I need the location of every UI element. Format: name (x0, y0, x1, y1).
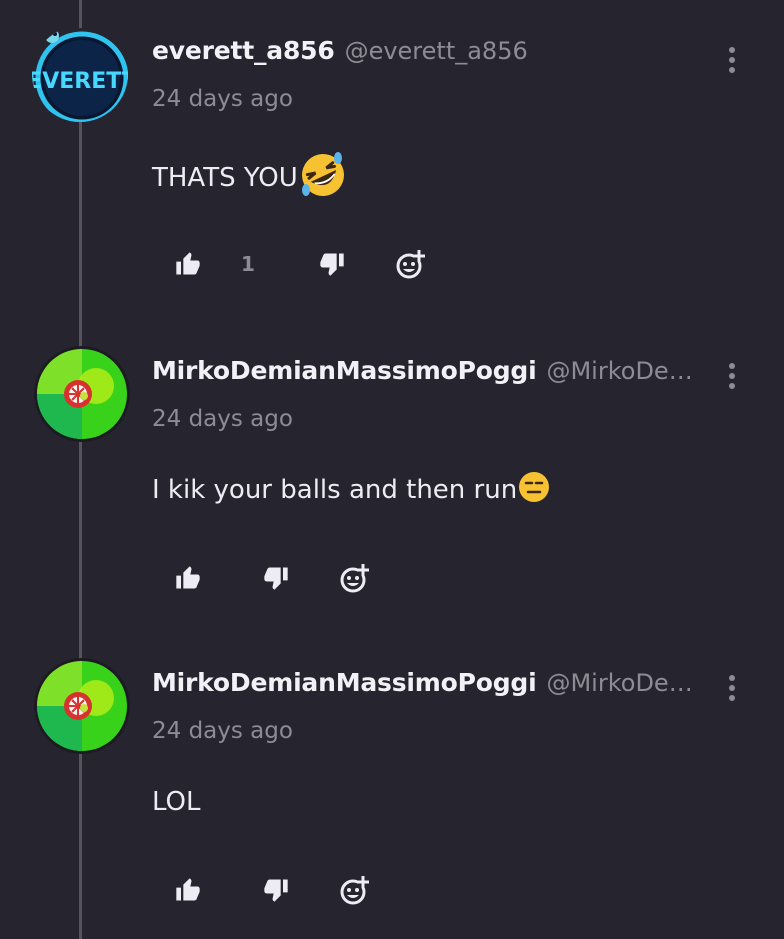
add-reaction-button[interactable] (338, 558, 372, 598)
thumbs-down-icon (264, 567, 288, 590)
thumbs-down-icon (320, 253, 344, 276)
comment-item: MirkoDemianMassimoPoggi @MirkoDemianMass… (0, 658, 784, 939)
avatar[interactable] (34, 658, 130, 754)
username[interactable]: MirkoDemianMassimoPoggi (152, 356, 537, 385)
add-reaction-icon (396, 250, 425, 279)
more-vertical-icon (729, 363, 735, 369)
comment-item: EVERETT everett_a856 @everett_a856 24 da… (0, 28, 784, 296)
timestamp: 24 days ago (152, 718, 293, 744)
comment-text-row: THATS YOU (152, 151, 348, 203)
comment-text: LOL (152, 787, 201, 817)
more-vertical-icon (729, 47, 735, 53)
user-handle[interactable]: @everett_a856 (345, 37, 528, 65)
thumbs-up-icon (176, 252, 200, 275)
more-options-button[interactable] (720, 40, 744, 80)
comment-item: MirkoDemianMassimoPoggi @MirkoDemianMass… (0, 346, 784, 616)
rolling-on-floor-laughing-icon (298, 150, 348, 207)
user-handle[interactable]: @MirkoDemianMassimoPoggi (546, 357, 697, 385)
like-button[interactable] (174, 244, 202, 284)
comment-header: MirkoDemianMassimoPoggi @MirkoDemianMass… (152, 668, 697, 708)
like-button[interactable] (174, 870, 202, 910)
add-reaction-icon (340, 564, 369, 593)
user-handle[interactable]: @MirkoDemianMassimoPoggi (546, 669, 697, 697)
comment-actions (0, 870, 784, 910)
comment-text: THATS YOU (152, 163, 298, 193)
like-count: 1 (241, 252, 255, 276)
avatar[interactable]: EVERETT (32, 26, 128, 122)
timestamp: 24 days ago (152, 406, 293, 432)
more-dot (729, 57, 735, 63)
username[interactable]: everett_a856 (152, 36, 335, 65)
avatar-everett-image: EVERETT (32, 28, 128, 122)
comment-header: MirkoDemianMassimoPoggi @MirkoDemianMass… (152, 356, 697, 396)
username[interactable]: MirkoDemianMassimoPoggi (152, 668, 537, 697)
timestamp: 24 days ago (152, 86, 293, 112)
dislike-button[interactable] (318, 244, 346, 284)
comment-text: I kik your balls and then run (152, 475, 518, 505)
more-dot (729, 685, 735, 691)
like-button[interactable] (174, 558, 202, 598)
comment-actions (0, 558, 784, 598)
comment-text-row: LOL (152, 782, 201, 822)
more-dot (729, 67, 735, 73)
more-vertical-icon (729, 675, 735, 681)
thumbs-up-icon (176, 566, 200, 589)
avatar-text: EVERETT (32, 69, 128, 94)
more-options-button[interactable] (720, 356, 744, 396)
add-reaction-button[interactable] (394, 244, 428, 284)
dislike-button[interactable] (262, 558, 290, 598)
avatar-image (34, 658, 130, 754)
comment-actions: 1 (0, 244, 784, 284)
dislike-button[interactable] (262, 870, 290, 910)
avatar-image (34, 346, 130, 442)
thumbs-down-icon (264, 879, 288, 902)
more-dot (729, 373, 735, 379)
expressionless-face-icon (517, 470, 551, 511)
comment-header: everett_a856 @everett_a856 (152, 36, 528, 76)
avatar[interactable] (34, 346, 130, 442)
add-reaction-button[interactable] (338, 870, 372, 910)
more-dot (729, 695, 735, 701)
more-dot (729, 383, 735, 389)
add-reaction-icon (340, 876, 369, 905)
comment-text-row: I kik your balls and then run (152, 470, 551, 510)
more-options-button[interactable] (720, 668, 744, 708)
thumbs-up-icon (176, 878, 200, 901)
